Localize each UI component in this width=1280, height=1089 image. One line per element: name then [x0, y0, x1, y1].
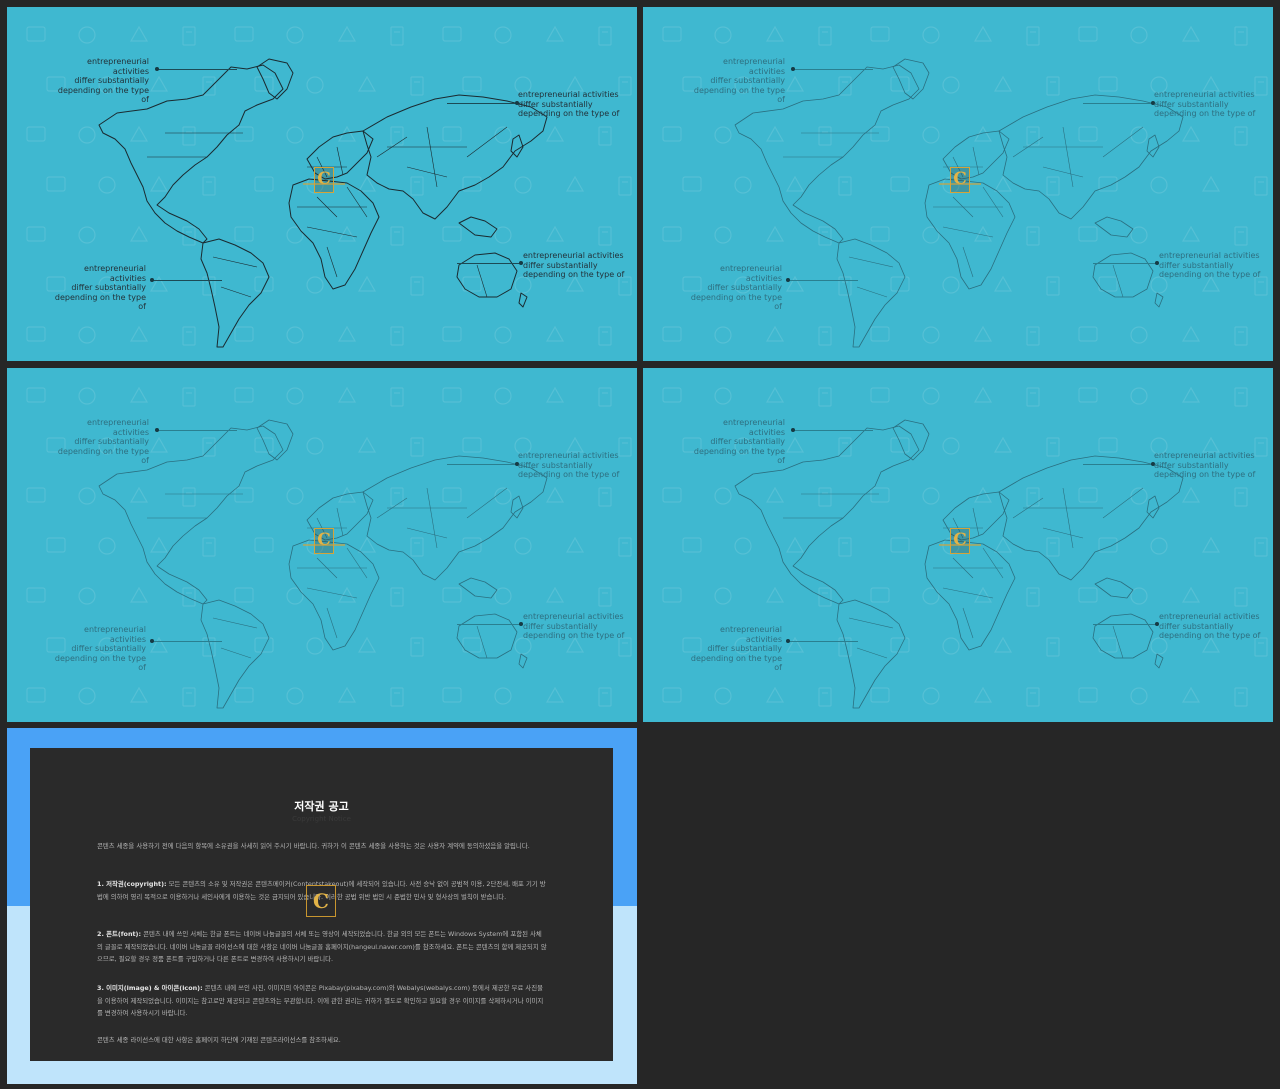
callout-label: entrepreneurial activities differ substa…: [1154, 451, 1256, 479]
brand-logo: C: [303, 528, 345, 554]
marker-dot: [155, 67, 159, 71]
copyright-heading: 1. 저작권(copyright):: [97, 880, 167, 888]
leader-line: [157, 430, 237, 431]
notice-footer: 콘텐츠 세종 라이선스에 대한 사항은 홈페이지 하단에 기재된 콘텐츠라이선스…: [97, 1036, 341, 1044]
slide-1[interactable]: entrepreneurial activities differ substa…: [7, 7, 637, 361]
notice-font-para: 2. 폰트(font): 콘텐츠 내에 쓰인 서체는 한글 폰트는 네이버 나눔…: [97, 928, 547, 966]
marker-dot: [155, 428, 159, 432]
leader-line: [157, 69, 237, 70]
callout-label: entrepreneurial activities differ substa…: [693, 57, 785, 104]
notice-subtitle: Copyright Notice: [292, 815, 351, 823]
notice-title: 저작권 공고: [294, 800, 349, 813]
callout-label: entrepreneurial activities differ substa…: [523, 251, 625, 279]
brand-logo: C: [306, 885, 336, 917]
callout-label: entrepreneurial activities differ substa…: [1154, 90, 1256, 118]
callout-label: entrepreneurial activities differ substa…: [518, 90, 620, 118]
slide-4[interactable]: entrepreneurial activities differ substa…: [643, 368, 1273, 722]
notice-intro: 콘텐츠 세종을 사용하기 전에 다음의 항목에 소유권을 사세히 읽어 주시기 …: [97, 842, 530, 850]
brand-logo: C: [939, 528, 981, 554]
marker-dot: [150, 639, 154, 643]
leader-line: [1093, 263, 1157, 264]
callout-label: entrepreneurial activities differ substa…: [523, 612, 625, 640]
slide-3[interactable]: entrepreneurial activities differ substa…: [7, 368, 637, 722]
leader-line: [457, 624, 521, 625]
leader-line: [447, 103, 517, 104]
marker-dot: [786, 278, 790, 282]
callout-label: entrepreneurial activities differ substa…: [57, 418, 149, 465]
callout-label: entrepreneurial activities differ substa…: [1159, 251, 1261, 279]
marker-dot: [150, 278, 154, 282]
leader-line: [457, 263, 521, 264]
leader-line: [152, 280, 222, 281]
callout-label: entrepreneurial activities differ substa…: [693, 418, 785, 465]
marker-dot: [791, 67, 795, 71]
leader-line: [788, 280, 858, 281]
image-heading: 3. 이미지(image) & 아이콘(icon):: [97, 984, 203, 992]
brand-logo: C: [303, 167, 345, 193]
callout-label: entrepreneurial activities differ substa…: [690, 625, 782, 672]
font-heading: 2. 폰트(font):: [97, 930, 142, 938]
leader-line: [152, 641, 222, 642]
leader-line: [1083, 103, 1153, 104]
leader-line: [1083, 464, 1153, 465]
leader-line: [788, 641, 858, 642]
callout-label: entrepreneurial activities differ substa…: [54, 264, 146, 311]
marker-dot: [791, 428, 795, 432]
callout-label: entrepreneurial activities differ substa…: [518, 451, 620, 479]
slide-2[interactable]: entrepreneurial activities differ substa…: [643, 7, 1273, 361]
leader-line: [447, 464, 517, 465]
leader-line: [793, 69, 873, 70]
callout-label: entrepreneurial activities differ substa…: [690, 264, 782, 311]
leader-line: [1093, 624, 1157, 625]
callout-label: entrepreneurial activities differ substa…: [54, 625, 146, 672]
callout-label: entrepreneurial activities differ substa…: [57, 57, 149, 104]
notice-image-para: 3. 이미지(image) & 아이콘(icon): 콘텐츠 내에 쓰인 사진,…: [97, 982, 547, 1020]
callout-label: entrepreneurial activities differ substa…: [1159, 612, 1261, 640]
font-body: 콘텐츠 내에 쓰인 서체는 한글 폰트는 네이버 나눔글꼴의 서체 또는 영상이…: [97, 930, 547, 963]
brand-logo: C: [939, 167, 981, 193]
marker-dot: [786, 639, 790, 643]
leader-line: [793, 430, 873, 431]
